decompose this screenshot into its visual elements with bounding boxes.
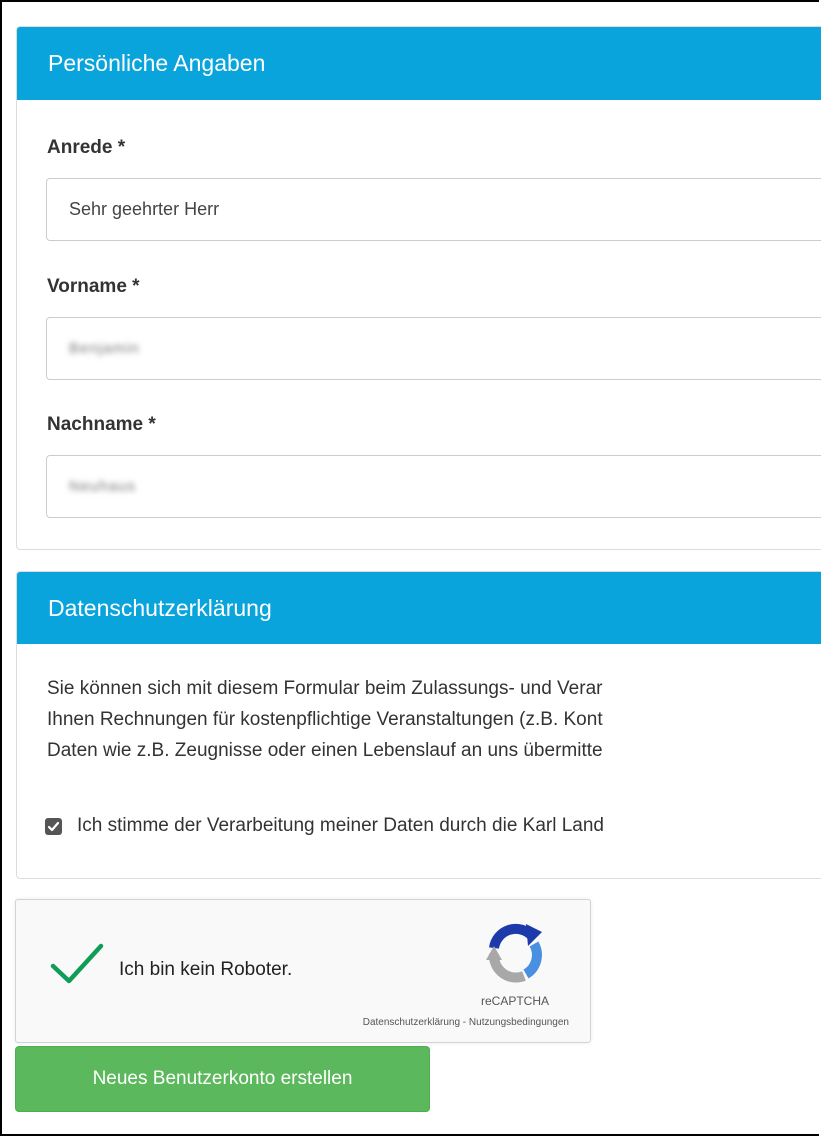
privacy-line: Sie können sich mit diesem Formular beim… (47, 678, 603, 699)
consent-checkbox[interactable] (45, 817, 62, 835)
recaptcha-logo-icon (482, 918, 548, 991)
privacy-line: Ihnen Rechnungen für kostenpflichtige Ve… (47, 709, 603, 730)
vorname-input[interactable]: Benjamin (46, 317, 821, 380)
anrede-label: Anrede * (47, 137, 126, 158)
privacy-heading: Datenschutzerklärung (17, 572, 821, 644)
checkmark-icon (47, 821, 60, 831)
recaptcha-checkbox[interactable] (50, 942, 104, 991)
recaptcha-brand: reCAPTCHA (480, 994, 549, 1008)
consent-label: Ich stimme der Verarbeitung meiner Daten… (77, 815, 604, 836)
personal-data-panel: Persönliche Angaben Anrede * Sehr geehrt… (16, 26, 821, 550)
anrede-select[interactable]: Sehr geehrter Herr (46, 178, 821, 241)
privacy-text: Sie können sich mit diesem Formular beim… (47, 673, 821, 766)
nachname-input[interactable]: Neuhaus (46, 455, 821, 518)
personal-data-heading: Persönliche Angaben (17, 27, 821, 100)
vorname-label: Vorname * (47, 276, 140, 297)
nachname-label: Nachname * (47, 414, 156, 435)
recaptcha-checkmark-icon (50, 943, 104, 984)
privacy-line: Daten wie z.B. Zeugnisse oder einen Lebe… (47, 740, 603, 761)
recaptcha-widget: Ich bin kein Roboter. reCAPTCHA Datensch… (15, 899, 591, 1043)
nachname-value: Neuhaus (69, 478, 137, 495)
privacy-panel: Datenschutzerklärung Sie können sich mit… (16, 571, 821, 879)
create-account-button[interactable]: Neues Benutzerkonto erstellen (15, 1046, 430, 1112)
recaptcha-label: Ich bin kein Roboter. (119, 959, 293, 980)
consent-checkbox-row[interactable]: Ich stimme der Verarbeitung meiner Daten… (44, 815, 604, 837)
vorname-value: Benjamin (69, 340, 140, 357)
recaptcha-links[interactable]: Datenschutzerklärung - Nutzungsbedingung… (249, 1017, 569, 1028)
anrede-value: Sehr geehrter Herr (69, 199, 220, 219)
